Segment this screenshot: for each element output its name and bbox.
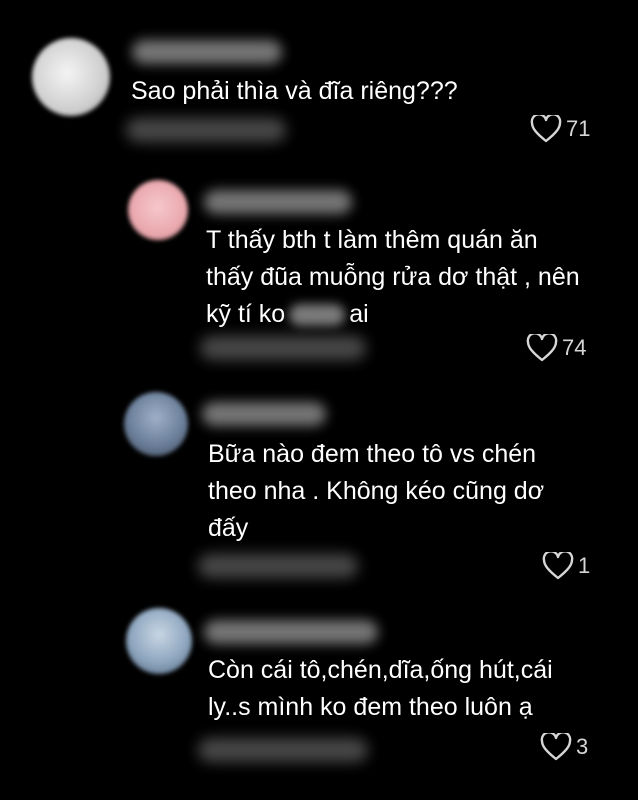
heart-icon [542,552,574,580]
comment-meta-blurred [198,554,358,578]
blurred-word [289,304,346,327]
like-count: 71 [566,116,591,141]
username-blurred[interactable] [202,402,326,426]
comment-text-line: T thấy bth t làm thêm quán ăn [206,226,538,254]
username-blurred[interactable] [132,40,282,64]
comment-text-line: Bữa nào đem theo tô vs chén [208,440,537,468]
reply-item: Còn cái tô,chén,dĩa,ống hút,cái ly..s mì… [0,600,638,800]
comment-meta-blurred [198,738,368,762]
heart-icon [530,115,562,143]
comment-text: Sao phải thìa và đĩa riêng??? [131,73,458,110]
reply-item: T thấy bth t làm thêm quán ăn thấy đũa m… [0,170,638,380]
like-count: 1 [578,553,591,578]
avatar[interactable] [128,180,188,240]
like-count: 3 [576,734,589,759]
heart-icon [526,334,558,362]
comment-text-line: Còn cái tô,chén,dĩa,ống hút,cái [208,656,553,684]
username-blurred[interactable] [204,190,352,214]
comment-item: Sao phải thìa và đĩa riêng??? 71 [0,0,638,170]
like-button[interactable]: 1 [542,552,590,580]
like-button[interactable]: 3 [540,733,588,761]
avatar[interactable] [32,38,110,116]
comment-meta-blurred [126,118,286,142]
heart-icon [540,733,572,761]
comment-text: Còn cái tô,chén,dĩa,ống hút,cái ly..s mì… [208,652,553,726]
comment-text-line: đấy [208,514,249,542]
comment-text-line: theo nha . Không kéo cũng dơ [208,477,545,505]
comment-text: Bữa nào đem theo tô vs chén theo nha . K… [208,436,544,547]
avatar[interactable] [124,392,188,456]
reply-item: Bữa nào đem theo tô vs chén theo nha . K… [0,380,638,595]
like-count: 74 [562,335,587,360]
comment-text-line: thấy đũa muỗng rửa dơ thật , nên [206,263,580,291]
username-blurred[interactable] [204,620,378,644]
comment-text-line: kỹ tí ko ai [206,300,369,328]
avatar[interactable] [126,608,192,674]
comment-text-line: ly..s mình ko đem theo luôn ạ [208,693,533,721]
like-button[interactable]: 74 [526,334,586,362]
comment-text: T thấy bth t làm thêm quán ăn thấy đũa m… [206,222,580,333]
like-button[interactable]: 71 [530,115,590,143]
comment-meta-blurred [200,336,366,360]
comment-text-line: Sao phải thìa và đĩa riêng??? [131,77,458,105]
